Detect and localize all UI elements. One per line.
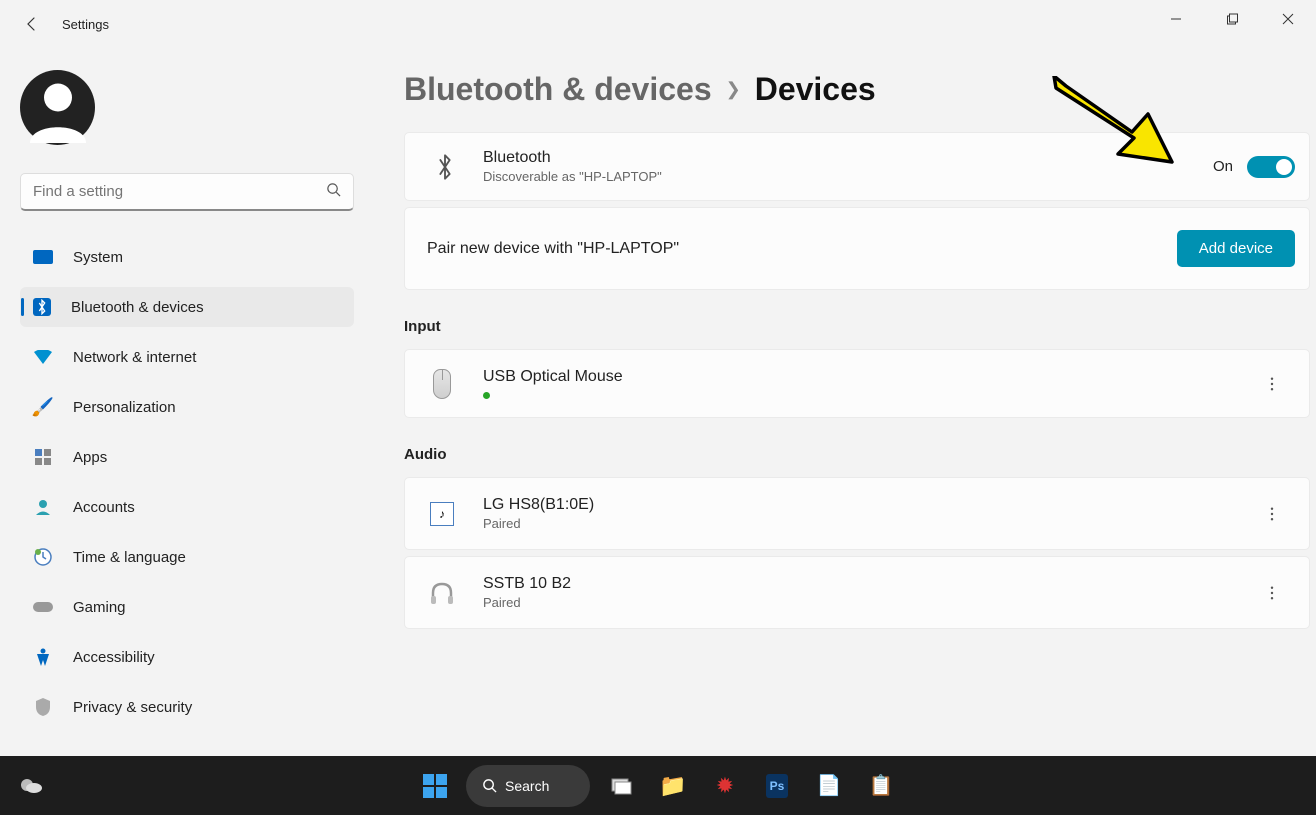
add-device-button[interactable]: Add device bbox=[1177, 230, 1295, 267]
accounts-icon bbox=[33, 497, 53, 517]
bluetooth-card: Bluetooth Discoverable as "HP-LAPTOP" On bbox=[404, 132, 1310, 201]
close-button[interactable] bbox=[1260, 0, 1316, 38]
device-more-button[interactable] bbox=[1257, 578, 1287, 608]
window-title: Settings bbox=[62, 17, 109, 32]
windows-icon bbox=[421, 772, 449, 800]
sidebar-item-accounts[interactable]: Accounts bbox=[20, 487, 354, 527]
more-vertical-icon bbox=[1265, 507, 1279, 521]
display-icon bbox=[33, 250, 53, 264]
bluetooth-icon bbox=[427, 153, 463, 181]
nav-label: Personalization bbox=[73, 399, 176, 416]
arrow-left-icon bbox=[24, 16, 40, 32]
gaming-icon bbox=[33, 597, 53, 617]
bluetooth-icon bbox=[33, 298, 51, 316]
audio-device-icon: ♪ bbox=[427, 502, 457, 526]
section-heading-input: Input bbox=[404, 318, 1316, 335]
nav-label: Network & internet bbox=[73, 349, 196, 366]
taskbar-search[interactable]: Search bbox=[466, 765, 590, 807]
device-name: SSTB 10 B2 bbox=[483, 575, 571, 593]
bluetooth-toggle[interactable] bbox=[1247, 156, 1295, 178]
minimize-button[interactable] bbox=[1148, 0, 1204, 38]
sidebar-item-apps[interactable]: Apps bbox=[20, 437, 354, 477]
more-vertical-icon bbox=[1265, 377, 1279, 391]
search-icon bbox=[482, 778, 497, 793]
search-box[interactable] bbox=[20, 173, 354, 211]
nav-label: Accounts bbox=[73, 499, 135, 516]
taskview-icon bbox=[609, 774, 633, 798]
bluetooth-title: Bluetooth bbox=[483, 149, 662, 167]
close-icon bbox=[1282, 13, 1294, 25]
device-name: USB Optical Mouse bbox=[483, 368, 623, 386]
device-more-button[interactable] bbox=[1257, 369, 1287, 399]
taskbar-app-1[interactable]: ✹ bbox=[704, 765, 746, 807]
search-icon bbox=[326, 182, 341, 202]
taskbar-app-2[interactable]: 📄 bbox=[808, 765, 850, 807]
pair-device-text: Pair new device with "HP-LAPTOP" bbox=[427, 240, 679, 258]
nav-label: Privacy & security bbox=[73, 699, 192, 716]
chevron-right-icon: ❯ bbox=[726, 79, 741, 100]
nav-label: Time & language bbox=[73, 549, 186, 566]
nav-label: Accessibility bbox=[73, 649, 155, 666]
back-button[interactable] bbox=[18, 10, 46, 38]
wifi-icon bbox=[33, 347, 53, 367]
folder-icon: 📁 bbox=[659, 773, 686, 799]
device-row[interactable]: USB Optical Mouse bbox=[404, 349, 1310, 418]
breadcrumb-parent[interactable]: Bluetooth & devices bbox=[404, 71, 712, 108]
taskbar-weather[interactable] bbox=[18, 773, 44, 799]
maximize-button[interactable] bbox=[1204, 0, 1260, 38]
taskbar-photoshop[interactable]: Ps bbox=[756, 765, 798, 807]
photoshop-icon: Ps bbox=[766, 774, 789, 798]
sidebar-item-bluetooth-devices[interactable]: Bluetooth & devices bbox=[20, 287, 354, 327]
maximize-icon bbox=[1226, 13, 1238, 25]
taskbar-explorer[interactable]: 📁 bbox=[652, 765, 694, 807]
sidebar-item-time-language[interactable]: Time & language bbox=[20, 537, 354, 577]
sidebar-item-gaming[interactable]: Gaming bbox=[20, 587, 354, 627]
taskbar-notepad[interactable]: 📋 bbox=[860, 765, 902, 807]
shield-icon bbox=[33, 697, 53, 717]
nav-label: System bbox=[73, 249, 123, 266]
start-button[interactable] bbox=[414, 765, 456, 807]
nav-label: Apps bbox=[73, 449, 107, 466]
app-icon: ✹ bbox=[716, 773, 734, 799]
device-more-button[interactable] bbox=[1257, 499, 1287, 529]
main-content: Bluetooth & devices ❯ Devices Bluetooth … bbox=[380, 48, 1316, 756]
breadcrumb-current: Devices bbox=[755, 71, 876, 108]
accessibility-icon bbox=[33, 647, 53, 667]
nav-icon: 🖌️ bbox=[33, 397, 53, 417]
bluetooth-toggle-label: On bbox=[1213, 158, 1233, 175]
device-status: Paired bbox=[483, 516, 594, 531]
taskbar-taskview[interactable] bbox=[600, 765, 642, 807]
status-dot bbox=[483, 392, 490, 399]
time-icon bbox=[33, 547, 53, 567]
breadcrumb: Bluetooth & devices ❯ Devices bbox=[404, 71, 1316, 108]
avatar-icon bbox=[23, 73, 93, 143]
sidebar-item-system[interactable]: System bbox=[20, 237, 354, 277]
apps-icon bbox=[33, 447, 53, 467]
device-row[interactable]: ♪ LG HS8(B1:0E) Paired bbox=[404, 477, 1310, 550]
search-input[interactable] bbox=[33, 183, 313, 200]
sidebar-item-network-internet[interactable]: Network & internet bbox=[20, 337, 354, 377]
device-row[interactable]: SSTB 10 B2 Paired bbox=[404, 556, 1310, 629]
taskbar-search-label: Search bbox=[505, 778, 549, 794]
section-heading-audio: Audio bbox=[404, 446, 1316, 463]
sidebar: System Bluetooth & devices Network & inter… bbox=[0, 48, 380, 756]
sidebar-item-privacy-security[interactable]: Privacy & security bbox=[20, 687, 354, 727]
sidebar-item-accessibility[interactable]: Accessibility bbox=[20, 637, 354, 677]
minimize-icon bbox=[1170, 13, 1182, 25]
headphone-icon bbox=[427, 580, 457, 606]
document-icon: 📄 bbox=[817, 773, 842, 798]
nav-label: Bluetooth & devices bbox=[71, 299, 204, 316]
mouse-icon bbox=[427, 369, 457, 399]
user-avatar[interactable] bbox=[20, 70, 95, 145]
sidebar-item-personalization[interactable]: 🖌️ Personalization bbox=[20, 387, 354, 427]
notepad-icon: 📋 bbox=[869, 773, 894, 798]
device-name: LG HS8(B1:0E) bbox=[483, 496, 594, 514]
weather-icon bbox=[18, 773, 44, 799]
nav-label: Gaming bbox=[73, 599, 126, 616]
pair-device-card: Pair new device with "HP-LAPTOP" Add dev… bbox=[404, 207, 1310, 290]
bluetooth-subtitle: Discoverable as "HP-LAPTOP" bbox=[483, 169, 662, 184]
more-vertical-icon bbox=[1265, 586, 1279, 600]
taskbar: Search 📁 ✹ Ps 📄 📋 bbox=[0, 756, 1316, 815]
device-status: Paired bbox=[483, 595, 571, 610]
